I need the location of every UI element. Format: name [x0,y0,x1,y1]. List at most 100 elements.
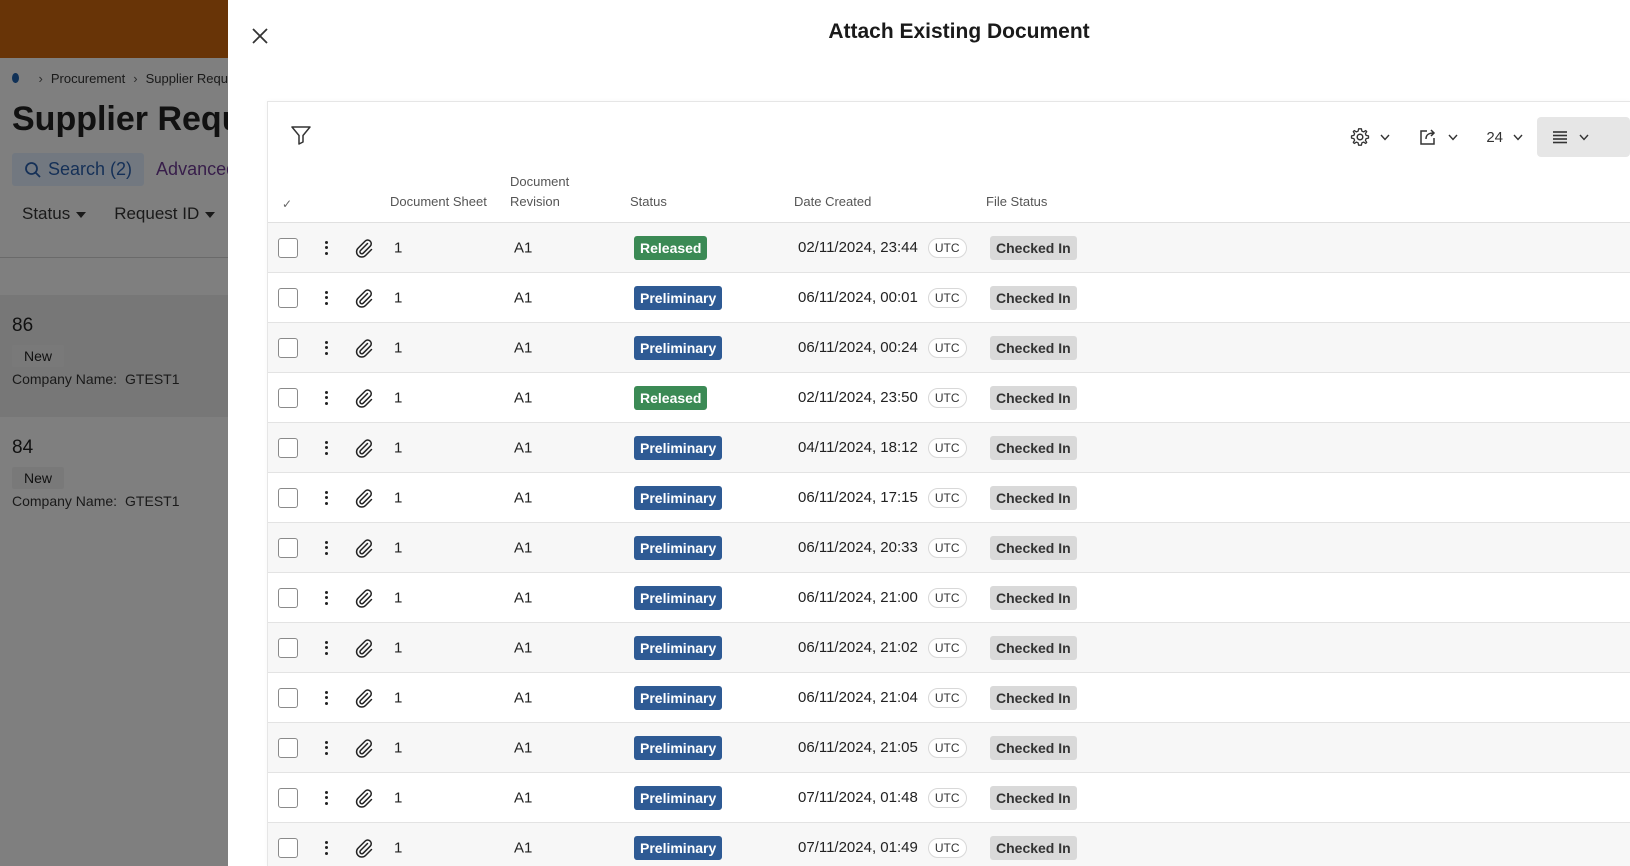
timezone-badge: UTC [927,787,967,808]
paperclip-icon[interactable] [354,338,374,358]
row-menu-button[interactable] [318,488,334,508]
file-status-cell: Checked In [990,485,1077,510]
table-row[interactable]: 1 A1 Preliminary 06/11/2024, 21:02 UTC Checke… [268,623,1630,673]
table-row[interactable]: 1 A1 Preliminary 06/11/2024, 21:04 UTC Checke… [268,673,1630,723]
table-row[interactable]: 1 A1 Released 02/11/2024, 23:50 UTC Checked I… [268,373,1630,423]
column-header-document-sheet[interactable]: Document Sheet [390,192,487,212]
row-menu-button[interactable] [318,238,334,258]
document-revision-cell: A1 [514,589,533,606]
paperclip-icon[interactable] [354,388,374,408]
timezone-badge: UTC [927,687,967,708]
paperclip-icon[interactable] [354,788,374,808]
column-header-label: Document [510,174,570,189]
document-revision-cell: A1 [514,239,533,256]
paperclip-icon[interactable] [354,438,374,458]
table-row[interactable]: 1 A1 Preliminary 06/11/2024, 21:05 UTC Checke… [268,723,1630,773]
column-header-file-status[interactable]: File Status [986,192,1047,212]
document-sheet-cell: 1 [394,439,403,456]
row-menu-button[interactable] [318,288,334,308]
document-sheet-cell: 1 [394,739,403,756]
file-status-cell: Checked In [990,285,1077,310]
row-menu-button[interactable] [318,338,334,358]
row-checkbox[interactable] [278,587,298,608]
page-size-dropdown[interactable]: 24 [1472,117,1537,157]
file-status-badge: Checked In [990,835,1077,860]
row-menu-button[interactable] [318,538,334,558]
table-row[interactable]: 1 A1 Preliminary 06/11/2024, 20:33 UTC Checke… [268,523,1630,573]
document-sheet-cell: 1 [394,389,403,406]
row-checkbox[interactable] [278,487,298,508]
paperclip-icon[interactable] [354,638,374,658]
paperclip-icon[interactable] [354,538,374,558]
row-menu-button[interactable] [318,738,334,758]
status-badge: Preliminary [634,785,723,810]
row-menu-button[interactable] [318,388,334,408]
settings-menu-button[interactable] [1336,117,1404,157]
row-checkbox[interactable] [278,837,298,858]
paperclip-icon[interactable] [354,288,374,308]
file-status-cell: Checked In [990,735,1077,760]
file-status-badge: Checked In [990,685,1077,710]
document-revision-cell: A1 [514,389,533,406]
table-row[interactable]: 1 A1 Preliminary 07/11/2024, 01:49 UTC Checke… [268,823,1630,866]
select-all-checkmark[interactable]: ✓ [282,194,292,214]
row-checkbox[interactable] [278,787,298,808]
file-status-badge: Checked In [990,485,1077,510]
table-row[interactable]: 1 A1 Preliminary 04/11/2024, 18:12 UTC Checke… [268,423,1630,473]
document-sheet-cell: 1 [394,839,403,856]
status-cell: Preliminary [634,285,723,310]
status-cell: Preliminary [634,635,723,660]
table-row[interactable]: 1 A1 Preliminary 06/11/2024, 00:24 UTC Checke… [268,323,1630,373]
file-status-badge: Checked In [990,635,1077,660]
file-status-badge: Checked In [990,785,1077,810]
status-cell: Preliminary [634,585,723,610]
export-menu-button[interactable] [1404,117,1472,157]
row-menu-button[interactable] [318,438,334,458]
table-row[interactable]: 1 A1 Preliminary 06/11/2024, 21:00 UTC Checke… [268,573,1630,623]
document-sheet-cell: 1 [394,239,403,256]
paperclip-icon[interactable] [354,488,374,508]
attach-document-dialog: Attach Existing Document 24 ✓ Document S… [228,0,1630,866]
table-row[interactable]: 1 A1 Preliminary 07/11/2024, 01:48 UTC Checke… [268,773,1630,823]
filter-button[interactable] [290,124,312,146]
row-checkbox[interactable] [278,237,298,258]
paperclip-icon[interactable] [354,688,374,708]
row-checkbox[interactable] [278,737,298,758]
table-row[interactable]: 1 A1 Released 02/11/2024, 23:44 UTC Checked I… [268,223,1630,273]
row-menu-button[interactable] [318,588,334,608]
modal-backdrop[interactable] [0,0,228,866]
row-checkbox[interactable] [278,537,298,558]
column-header-document-revision[interactable]: Document Revision [510,172,569,212]
document-sheet-cell: 1 [394,689,403,706]
status-cell: Released [634,235,708,260]
paperclip-icon[interactable] [354,588,374,608]
row-checkbox[interactable] [278,337,298,358]
table-row[interactable]: 1 A1 Preliminary 06/11/2024, 00:01 UTC Checke… [268,273,1630,323]
row-checkbox[interactable] [278,437,298,458]
paperclip-icon[interactable] [354,238,374,258]
page-size-value: 24 [1486,128,1503,146]
document-sheet-cell: 1 [394,789,403,806]
row-checkbox[interactable] [278,687,298,708]
timezone-badge: UTC [927,637,967,658]
row-menu-button[interactable] [318,838,334,858]
column-header-status[interactable]: Status [630,192,667,212]
date-created-cell: 06/11/2024, 21:04 UTC [798,687,967,708]
timezone-badge: UTC [927,287,967,308]
row-checkbox[interactable] [278,637,298,658]
file-status-badge: Checked In [990,585,1077,610]
paperclip-icon[interactable] [354,738,374,758]
timezone-badge: UTC [927,737,967,758]
column-header-date-created[interactable]: Date Created [794,192,871,212]
row-menu-button[interactable] [318,788,334,808]
table-row[interactable]: 1 A1 Preliminary 06/11/2024, 17:15 UTC Checke… [268,473,1630,523]
row-checkbox[interactable] [278,287,298,308]
row-checkbox[interactable] [278,387,298,408]
row-menu-button[interactable] [318,688,334,708]
status-badge: Preliminary [634,735,723,760]
paperclip-icon[interactable] [354,838,374,858]
document-list-panel: 24 ✓ Document Sheet Document Revision Sta… [267,101,1630,866]
row-menu-button[interactable] [318,638,334,658]
status-cell: Preliminary [634,785,723,810]
view-mode-button[interactable] [1537,117,1630,157]
